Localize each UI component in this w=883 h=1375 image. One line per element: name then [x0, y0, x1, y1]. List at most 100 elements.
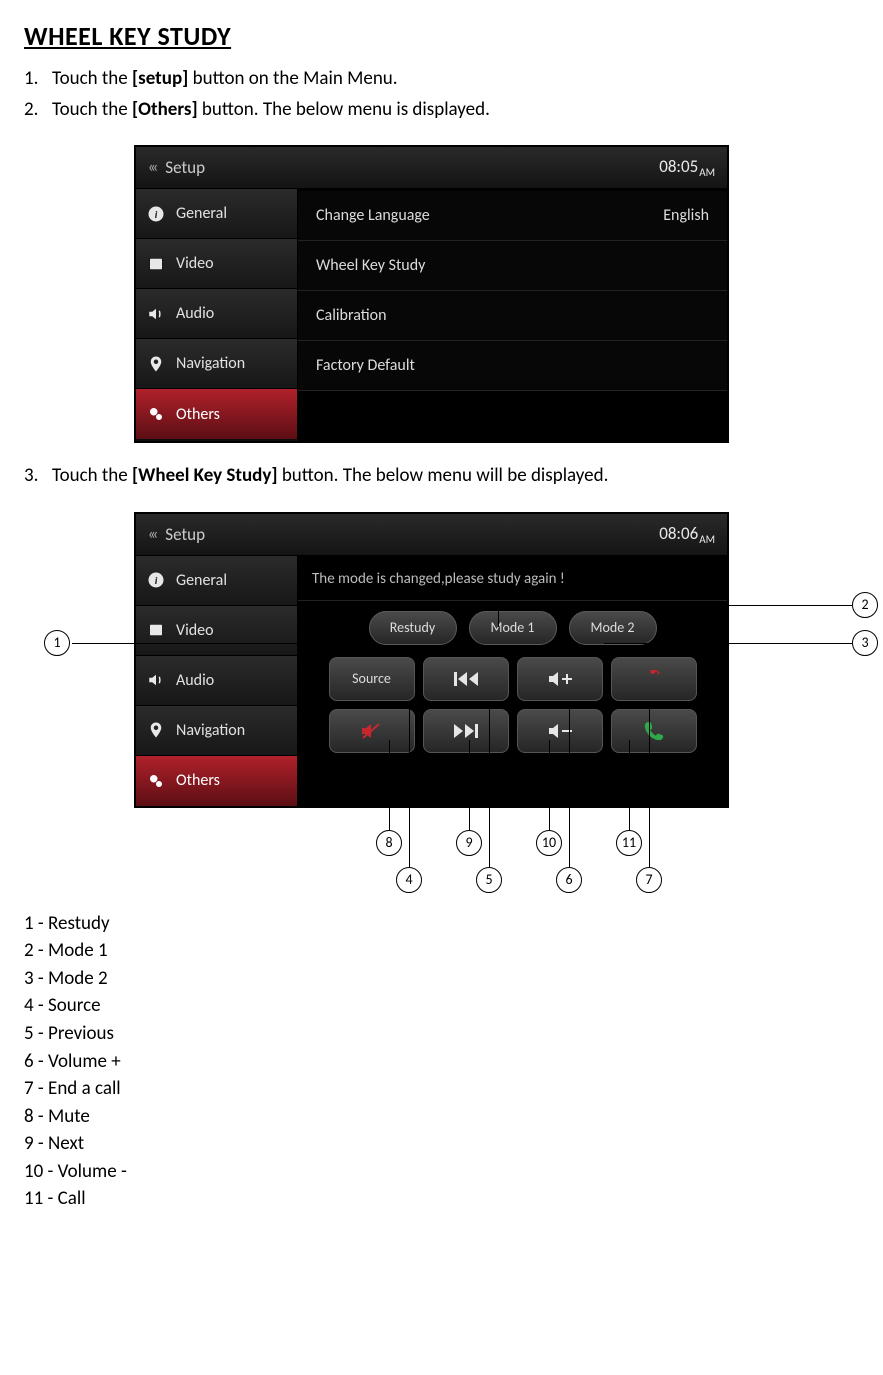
step-text: Touch the [52, 98, 132, 121]
sidebar-item-label: Others [176, 771, 220, 790]
row-wheel-key-study[interactable]: Wheel Key Study [298, 241, 727, 291]
screen-title: Setup [165, 157, 205, 178]
page-title: WHEEL KEY STUDY [24, 20, 859, 52]
info-icon: i [146, 204, 166, 224]
sidebar-item-label: General [176, 204, 227, 223]
callout-7: 7 [636, 867, 662, 893]
clock-ampm: AM [699, 166, 715, 179]
mute-button[interactable] [329, 709, 415, 753]
steps-list: 1. Touch the [setup] button on the Main … [24, 66, 859, 123]
sidebar-item-label: Audio [176, 304, 214, 323]
call-icon [643, 720, 665, 742]
callout-9: 9 [456, 830, 482, 856]
call-button[interactable] [611, 709, 697, 753]
row-label: Change Language [316, 206, 430, 225]
mode-row: Restudy Mode 1 Mode 2 [298, 601, 727, 653]
legend-list: 1 - Restudy 2 - Mode 1 3 - Mode 2 4 - So… [24, 910, 859, 1213]
callout-4: 4 [396, 867, 422, 893]
content-panel: Change Language English Wheel Key Study … [298, 189, 727, 441]
step-text: button. The below menu is displayed. [198, 98, 490, 121]
sidebar-item-label: General [176, 571, 227, 590]
next-button[interactable] [423, 709, 509, 753]
end-call-icon [642, 670, 666, 688]
sidebar-item-label: Audio [176, 671, 214, 690]
sidebar-item-others[interactable]: Others [136, 756, 298, 806]
restudy-button[interactable]: Restudy [369, 611, 457, 645]
gears-icon [146, 404, 166, 424]
volume-up-icon [547, 670, 573, 688]
mode2-button[interactable]: Mode 2 [569, 611, 657, 645]
sidebar-item-audio[interactable]: Audio [136, 656, 298, 706]
back-chevrons-icon[interactable]: ‹‹‹ [148, 525, 155, 544]
wheel-key-study-screenshot: ‹‹‹ Setup 08:06AM i General Video Audio [134, 512, 729, 808]
screen-title: Setup [165, 524, 205, 545]
callout-1: 1 [44, 630, 70, 656]
sidebar-item-general[interactable]: i General [136, 556, 298, 606]
row-label: Factory Default [316, 356, 415, 375]
sidebar-item-label: Video [176, 621, 214, 640]
sidebar-item-navigation[interactable]: Navigation [136, 339, 298, 389]
legend-item: 8 - Mute [24, 1103, 859, 1131]
volume-down-button[interactable] [517, 709, 603, 753]
end-call-button[interactable] [611, 657, 697, 701]
legend-item: 7 - End a call [24, 1075, 859, 1103]
clock-time: 08:05 [659, 156, 698, 177]
step-text: Touch the [52, 67, 132, 90]
legend-item: 2 - Mode 1 [24, 937, 859, 965]
legend-item: 4 - Source [24, 992, 859, 1020]
sidebar-item-others[interactable]: Others [136, 389, 298, 439]
sidebar-item-label: Video [176, 254, 214, 273]
step-text: button on the Main Menu. [188, 67, 397, 90]
previous-icon [453, 670, 479, 688]
sidebar-item-general[interactable]: i General [136, 189, 298, 239]
step-text: button. The below menu will be displayed… [278, 464, 609, 487]
row-empty [298, 391, 727, 441]
row-factory-default[interactable]: Factory Default [298, 341, 727, 391]
sidebar: i General Video Audio Navigation O [136, 189, 298, 441]
sidebar-item-label: Navigation [176, 721, 245, 740]
sidebar-item-video[interactable]: Video [136, 239, 298, 289]
step-bold: [Others] [132, 98, 198, 121]
step-bold: [Wheel Key Study] [132, 464, 278, 487]
notice-text: The mode is changed,please study again ! [298, 558, 727, 601]
mode1-button[interactable]: Mode 1 [469, 611, 557, 645]
row-change-language[interactable]: Change Language English [298, 191, 727, 241]
gears-icon [146, 771, 166, 791]
sidebar: i General Video Audio Navigation O [136, 556, 298, 806]
step-3: 3. Touch the [Wheel Key Study] button. T… [24, 463, 859, 490]
callout-6: 6 [556, 867, 582, 893]
previous-button[interactable] [423, 657, 509, 701]
info-icon: i [146, 570, 166, 590]
speaker-icon [146, 670, 166, 690]
next-icon [453, 722, 479, 740]
step-number: 1. [24, 66, 38, 93]
source-button[interactable]: Source [329, 657, 415, 701]
titlebar: ‹‹‹ Setup 08:05AM [136, 147, 727, 189]
callout-3: 3 [852, 630, 878, 656]
volume-down-icon [547, 722, 573, 740]
film-icon [146, 620, 166, 640]
volume-up-button[interactable] [517, 657, 603, 701]
sidebar-item-label: Others [176, 405, 220, 424]
callout-11: 11 [616, 830, 642, 856]
content-panel: The mode is changed,please study again !… [298, 556, 727, 806]
svg-text:i: i [155, 207, 158, 220]
sidebar-item-audio[interactable]: Audio [136, 289, 298, 339]
step-number: 3. [24, 463, 38, 490]
callout-2: 2 [852, 592, 878, 618]
clock-time: 08:06 [659, 523, 698, 544]
step-bold: [setup] [132, 67, 188, 90]
sidebar-item-video[interactable]: Video [136, 606, 298, 656]
setup-others-screenshot: ‹‹‹ Setup 08:05AM i General Video Audio [134, 145, 729, 443]
clock: 08:06AM [659, 523, 715, 546]
step-number: 2. [24, 97, 38, 124]
legend-item: 3 - Mode 2 [24, 965, 859, 993]
legend-item: 1 - Restudy [24, 910, 859, 938]
legend-item: 10 - Volume - [24, 1158, 859, 1186]
legend-item: 11 - Call [24, 1185, 859, 1213]
key-grid: Source [298, 653, 727, 775]
sidebar-item-navigation[interactable]: Navigation [136, 706, 298, 756]
legend-item: 6 - Volume + [24, 1048, 859, 1076]
row-calibration[interactable]: Calibration [298, 291, 727, 341]
back-chevrons-icon[interactable]: ‹‹‹ [148, 158, 155, 177]
